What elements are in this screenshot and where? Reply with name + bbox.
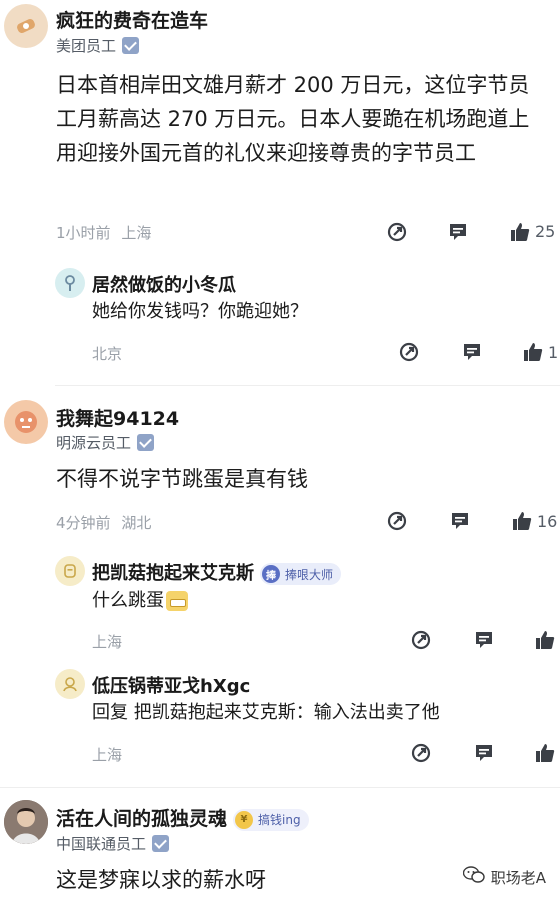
- avatar[interactable]: [55, 669, 85, 699]
- comment-meta: 4分钟前 湖北: [56, 512, 151, 533]
- reply-location: 北京: [92, 345, 123, 363]
- badge-icon: 捧: [262, 565, 280, 583]
- user-badge: 捧捧哏大师: [260, 563, 342, 585]
- coin-icon: ¥: [235, 810, 254, 829]
- timestamp: 1小时前: [56, 224, 111, 242]
- like-count: 1: [548, 343, 559, 362]
- reply-text-content: 什么跳蛋: [92, 590, 164, 611]
- share-icon[interactable]: [410, 742, 432, 764]
- avatar[interactable]: [4, 400, 48, 444]
- badge-label: 捧哏大师: [285, 567, 334, 582]
- avatar[interactable]: [4, 4, 48, 48]
- like-icon[interactable]: [511, 510, 533, 532]
- comment-icon[interactable]: [461, 341, 483, 363]
- like-icon[interactable]: [509, 221, 531, 243]
- reply-location: 上海: [92, 746, 123, 764]
- like-icon[interactable]: [534, 742, 556, 764]
- org-label: 美团员工: [56, 37, 117, 55]
- comment-1: 疯狂的费奇在造车 美团员工 日本首相岸田文雄月薪才 200 万日元，这位字节员工…: [0, 0, 560, 386]
- like-count: 16: [537, 512, 558, 531]
- user-org: 美团员工: [56, 35, 140, 56]
- share-icon[interactable]: [386, 510, 408, 532]
- comment-meta: 1小时前 上海: [56, 222, 151, 243]
- user-badge: ¥ 搞钱ing: [233, 808, 309, 831]
- user-name-text: 活在人间的孤独灵魂: [56, 808, 228, 830]
- comment-icon[interactable]: [473, 742, 495, 764]
- like-icon[interactable]: [534, 629, 556, 651]
- verified-icon: [122, 37, 140, 54]
- watermark-text: 职场老A: [490, 868, 546, 887]
- user-name[interactable]: 活在人间的孤独灵魂 ¥ 搞钱ing: [56, 804, 309, 831]
- comment-icon[interactable]: [449, 510, 471, 532]
- comment-text: 日本首相岸田文雄月薪才 200 万日元，这位字节员工月薪高达 270 万日元。日…: [56, 73, 530, 165]
- user-name[interactable]: 疯狂的费奇在造车: [56, 6, 208, 33]
- reply-user-name[interactable]: 居然做饭的小冬瓜: [92, 271, 236, 297]
- grin-emoji-icon: [166, 591, 188, 611]
- reply-text: 什么跳蛋: [92, 587, 188, 615]
- comment-icon[interactable]: [473, 629, 495, 651]
- timestamp: 4分钟前: [56, 514, 111, 532]
- comment-icon[interactable]: [447, 221, 469, 243]
- location: 湖北: [121, 514, 152, 532]
- reply-location: 上海: [92, 633, 123, 651]
- like-icon[interactable]: [522, 341, 544, 363]
- user-org: 中国联通员工: [56, 833, 170, 854]
- verified-icon: [152, 835, 170, 852]
- reply-text: 她给你发钱吗？你跪迎她？: [92, 301, 308, 322]
- comment-text: 这是梦寐以求的薪水呀: [56, 868, 266, 892]
- avatar[interactable]: [55, 268, 85, 298]
- comment-text: 不得不说字节跳蛋是真有钱: [56, 467, 308, 491]
- share-icon[interactable]: [386, 221, 408, 243]
- watermark: 职场老A: [462, 866, 546, 888]
- avatar[interactable]: [55, 556, 85, 586]
- divider: [0, 787, 560, 788]
- share-icon[interactable]: [398, 341, 420, 363]
- comment-2: 我舞起94124 明源云员工 不得不说字节跳蛋是真有钱 4分钟前 湖北 16 把…: [0, 396, 560, 788]
- divider: [55, 385, 560, 386]
- org-label: 中国联通员工: [56, 835, 147, 853]
- reply-user-name[interactable]: 低压锅蒂亚戈hXgc: [92, 672, 250, 698]
- user-name[interactable]: 我舞起94124: [56, 404, 179, 431]
- wechat-icon: [462, 866, 485, 888]
- like-count: 25: [535, 222, 556, 241]
- user-org: 明源云员工: [56, 432, 155, 453]
- verified-icon: [137, 434, 155, 451]
- org-label: 明源云员工: [56, 434, 132, 452]
- share-icon[interactable]: [410, 629, 432, 651]
- reply-user-name-text: 把凯菇抱起来艾克斯: [92, 563, 254, 584]
- badge-label: 搞钱ing: [258, 813, 301, 827]
- reply-text: 回复 把凯菇抱起来艾克斯：输入法出卖了他: [92, 702, 440, 723]
- location: 上海: [121, 224, 152, 242]
- avatar[interactable]: [4, 800, 48, 844]
- reply-user-name[interactable]: 把凯菇抱起来艾克斯捧捧哏大师: [92, 559, 342, 585]
